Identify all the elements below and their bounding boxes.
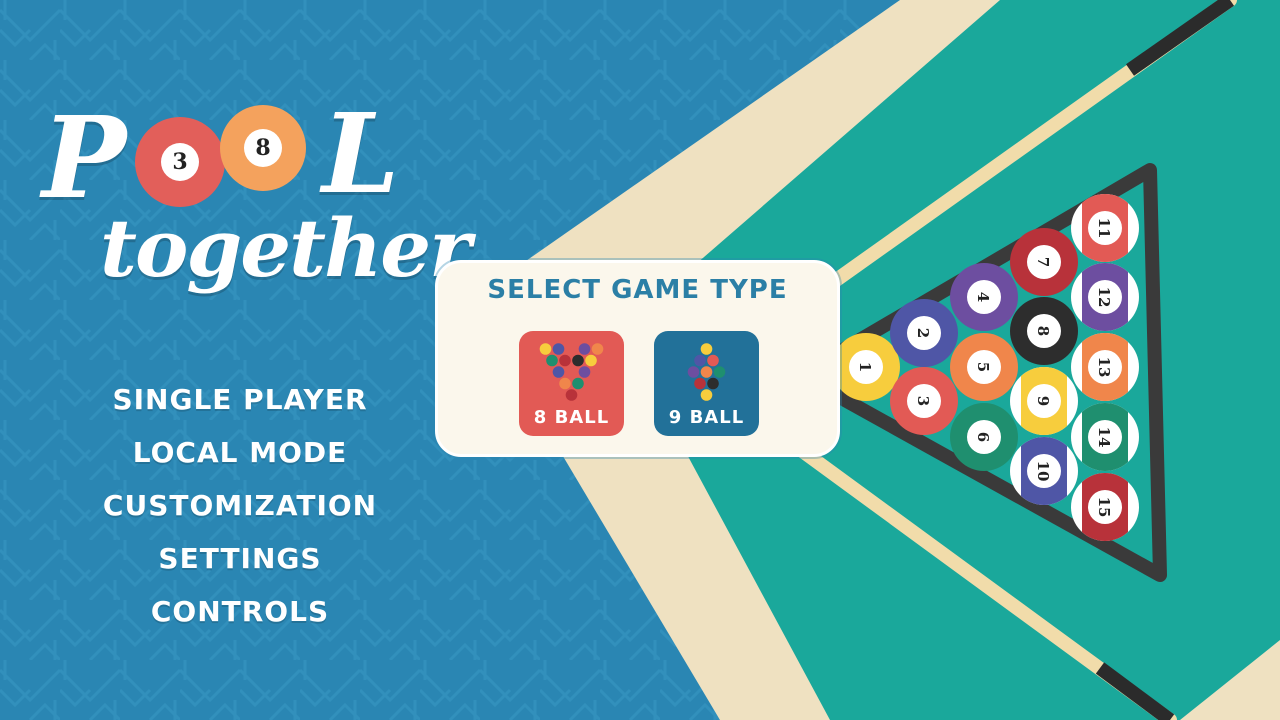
icon-ball — [546, 354, 558, 367]
logo-ball-three: 3 — [135, 117, 225, 207]
svg-text:3: 3 — [914, 396, 932, 406]
icon-ball — [578, 343, 591, 355]
svg-text:7: 7 — [1034, 257, 1052, 267]
customization-button[interactable]: CUSTOMIZATION — [60, 486, 420, 539]
pool-ball-6: 6 — [950, 403, 1018, 471]
pool-ball-9: 9 — [1010, 367, 1078, 435]
game-type-dialog: SELECT GAME TYPE 8 BALL 9 BALL — [435, 260, 840, 457]
icon-ball — [565, 343, 578, 355]
icon-ball — [559, 377, 571, 390]
pool-ball-4: 4 — [950, 263, 1018, 331]
eight-ball-option[interactable]: 8 BALL — [519, 331, 624, 436]
logo-ball-number: 8 — [244, 129, 282, 167]
pool-ball-3: 3 — [890, 367, 958, 435]
pool-ball-2: 2 — [890, 299, 958, 367]
icon-ball — [707, 354, 719, 367]
local-mode-button[interactable]: LOCAL MODE — [60, 433, 420, 486]
svg-text:13: 13 — [1095, 357, 1113, 378]
logo-letter-l: L — [322, 89, 400, 218]
controls-button[interactable]: CONTROLS — [60, 592, 420, 645]
eight-ball-rack-icon — [539, 343, 604, 401]
svg-text:12: 12 — [1095, 287, 1113, 308]
pool-ball-7: 7 — [1010, 228, 1078, 296]
icon-ball — [552, 343, 565, 355]
svg-text:15: 15 — [1095, 497, 1113, 518]
icon-ball — [572, 377, 584, 390]
svg-text:4: 4 — [974, 292, 992, 302]
single-player-button[interactable]: SINGLE PLAYER — [60, 380, 420, 433]
nine-ball-label: 9 BALL — [668, 407, 745, 428]
icon-ball — [578, 366, 591, 378]
game-logo: P 3 8 L together — [40, 89, 471, 325]
svg-text:8: 8 — [1034, 326, 1052, 336]
icon-ball — [713, 366, 726, 378]
logo-word-together: together — [100, 201, 471, 295]
eight-ball-label: 8 BALL — [533, 407, 610, 428]
icon-ball — [694, 354, 706, 367]
svg-text:11: 11 — [1095, 218, 1113, 239]
svg-text:2: 2 — [914, 328, 932, 338]
dialog-title: SELECT GAME TYPE — [487, 275, 788, 305]
icon-ball — [687, 366, 700, 378]
svg-text:1: 1 — [856, 362, 874, 372]
svg-text:14: 14 — [1095, 427, 1113, 448]
icon-ball — [559, 354, 571, 367]
pool-ball-8: 8 — [1010, 297, 1078, 365]
settings-button[interactable]: SETTINGS — [60, 539, 420, 592]
logo-ball-eight: 8 — [220, 105, 306, 191]
icon-ball — [694, 377, 706, 390]
pool-ball-13: 13 — [1071, 333, 1139, 401]
icon-ball — [700, 343, 713, 355]
icon-ball — [591, 343, 604, 355]
svg-text:6: 6 — [974, 432, 992, 442]
icon-ball — [572, 354, 584, 367]
icon-ball — [707, 377, 719, 390]
nine-ball-rack-icon — [687, 343, 726, 401]
icon-ball — [565, 366, 578, 378]
icon-ball — [585, 354, 597, 367]
pool-ball-1: 1 — [832, 333, 900, 401]
pool-ball-12: 12 — [1071, 263, 1139, 331]
pool-ball-10: 10 — [1010, 437, 1078, 505]
icon-ball — [539, 343, 552, 355]
svg-text:5: 5 — [974, 362, 992, 372]
svg-text:10: 10 — [1034, 461, 1052, 482]
icon-ball — [700, 366, 713, 378]
svg-text:9: 9 — [1034, 396, 1052, 406]
logo-letter-p: P — [42, 93, 127, 224]
pool-ball-14: 14 — [1071, 403, 1139, 471]
main-menu: SINGLE PLAYER LOCAL MODE CUSTOMIZATION S… — [60, 380, 420, 645]
logo-ball-number: 3 — [161, 143, 199, 181]
pool-ball-15: 15 — [1071, 473, 1139, 541]
icon-ball — [700, 389, 713, 401]
pool-ball-11: 11 — [1071, 194, 1139, 262]
pool-ball-5: 5 — [950, 333, 1018, 401]
icon-ball — [565, 389, 578, 401]
nine-ball-option[interactable]: 9 BALL — [654, 331, 759, 436]
icon-ball — [552, 366, 565, 378]
